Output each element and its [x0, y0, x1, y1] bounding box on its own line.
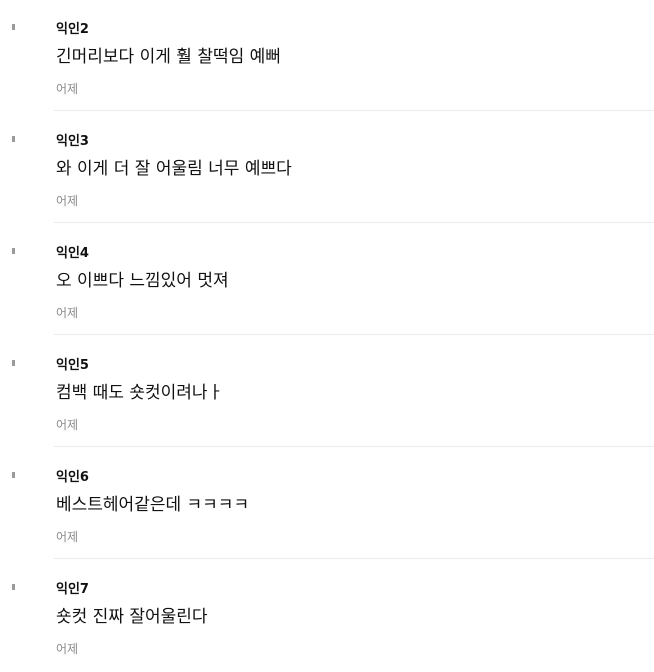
comment-author: 익인5 — [56, 358, 89, 373]
comment-text: 와 이게 더 잘 어울림 너무 예쁘다 — [56, 159, 292, 179]
comment-time: 어제 — [56, 530, 79, 544]
comment-text: 베스트헤어같은데 ㅋㅋㅋㅋ — [56, 495, 250, 515]
comment-time: 어제 — [56, 306, 79, 320]
divider — [54, 222, 654, 223]
leaf-avatar-icon[interactable] — [12, 224, 44, 258]
comment-time: 어제 — [56, 642, 79, 656]
divider — [54, 334, 654, 335]
comment-text: 컴백 때도 숏컷이려나ㅏ — [56, 383, 224, 403]
comment-text: 숏컷 진짜 잘어울린다 — [56, 607, 208, 627]
comment-item: 익인4 오 이쁘다 느낌있어 멋져 어제 — [0, 224, 654, 336]
flat-disc-avatar-icon[interactable] — [12, 560, 44, 594]
comment-time: 어제 — [56, 194, 79, 208]
comment-item: 익인2 긴머리보다 이게 훨 찰떡임 예뻐 어제 — [0, 0, 654, 112]
divider — [54, 446, 654, 447]
comment-author: 익인6 — [56, 470, 89, 485]
stacked-discs-avatar-icon[interactable] — [12, 0, 44, 34]
comment-item: 익인5 컴백 때도 숏컷이려나ㅏ 어제 — [0, 336, 654, 448]
divider — [54, 110, 654, 111]
divider — [54, 558, 654, 559]
comment-time: 어제 — [56, 82, 79, 96]
leaf-avatar-icon[interactable] — [12, 336, 44, 370]
comment-author: 익인2 — [56, 22, 89, 37]
comment-text: 긴머리보다 이게 훨 찰떡임 예뻐 — [56, 47, 281, 67]
comment-text: 오 이쁘다 느낌있어 멋져 — [56, 271, 229, 291]
comment-item: 익인7 숏컷 진짜 잘어울린다 어제 — [0, 560, 654, 672]
comment-author: 익인7 — [56, 582, 89, 597]
leaf-avatar-icon[interactable] — [12, 448, 44, 482]
comment-time: 어제 — [56, 418, 79, 432]
tilted-oval-avatar-icon[interactable] — [12, 112, 44, 146]
comment-author: 익인3 — [56, 134, 89, 149]
comment-author: 익인4 — [56, 246, 89, 261]
comment-item: 익인6 베스트헤어같은데 ㅋㅋㅋㅋ 어제 — [0, 448, 654, 560]
comment-item: 익인3 와 이게 더 잘 어울림 너무 예쁘다 어제 — [0, 112, 654, 224]
